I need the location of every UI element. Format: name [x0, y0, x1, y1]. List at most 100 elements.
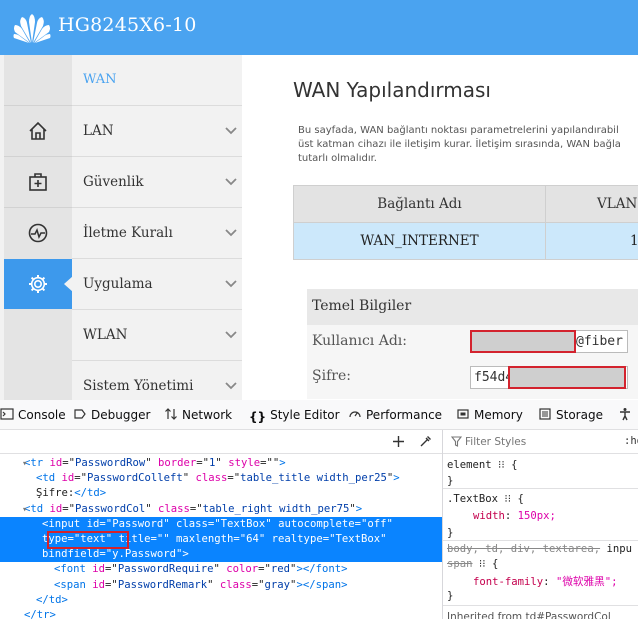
tab-performance[interactable]: Performance — [348, 400, 442, 430]
table-row[interactable]: WAN_INTERNET 1( — [293, 222, 638, 260]
markup-token: > — [355, 502, 363, 515]
markup-token: " — [207, 578, 220, 591]
markup-token: id — [61, 472, 75, 485]
markup-token: =" — [74, 472, 88, 485]
markup-line[interactable]: </tr> — [0, 608, 442, 619]
markup-token: class — [219, 578, 252, 591]
markup-line[interactable]: Şifre:</td> — [0, 486, 442, 501]
tab-style-editor[interactable]: {} Style Editor — [249, 400, 340, 430]
hover-toggle[interactable]: :ho — [624, 435, 638, 447]
description-line: Bu sayfada, WAN bağlantı noktası paramet… — [298, 125, 619, 136]
rule-selector: body, td, div, textarea, inpu — [447, 543, 632, 555]
markup-token: > — [182, 548, 189, 561]
markup-token: </td> — [74, 487, 107, 500]
add-node-icon[interactable] — [392, 435, 405, 448]
sidebar-item-wlan[interactable]: WLAN — [0, 310, 242, 360]
markup-token: =" — [196, 457, 210, 469]
markup-token: =" — [105, 563, 118, 576]
markup-line[interactable]: <font id="PasswordRequire" color="red"><… — [0, 562, 442, 577]
sidebar-item-label: WLAN — [83, 327, 128, 343]
expand-twisty-icon[interactable]: ▾ — [22, 457, 27, 472]
rule-selector-text: inpu — [600, 543, 632, 555]
markup-line[interactable]: bindfield="y.Password"> — [0, 547, 442, 563]
markup-token: style — [228, 457, 261, 469]
column-header-connection-name: Bağlantı Adı — [293, 185, 546, 223]
markup-token: id — [49, 457, 63, 469]
sidebar-item-application[interactable]: Uygulama — [0, 259, 242, 309]
markup-token: " — [380, 533, 387, 545]
chevron-down-icon — [225, 229, 237, 237]
expand-twisty-icon[interactable]: ▾ — [22, 503, 27, 518]
grid-icon: ⁝⁝ — [498, 459, 505, 471]
sidebar-item-security[interactable]: Güvenlik — [0, 157, 242, 207]
markup-line[interactable]: </td> — [0, 593, 442, 608]
markup-token: " — [145, 457, 158, 469]
table-header-row: Bağlantı Adı VLAN — [293, 185, 638, 223]
markup-token: </tr> — [24, 609, 56, 619]
rule-declaration[interactable]: width: 150px; — [473, 510, 556, 522]
markup-token: " — [215, 457, 229, 469]
markup-token: table_title width_per25 — [240, 472, 387, 485]
sidebar-subitem-wan[interactable]: WAN — [83, 72, 116, 87]
markup-line[interactable]: ▾ <td id="PasswordCol" class="table_right… — [0, 502, 442, 517]
markup-token: =" — [105, 578, 118, 591]
markup-token: =" — [227, 472, 241, 485]
gear-icon — [4, 259, 72, 309]
rules-view: :ho element ⁝⁝ { } .TextBox ⁝⁝ { width: … — [443, 430, 638, 619]
markup-line[interactable]: <span id="PasswordRemark" class="gray"><… — [0, 578, 442, 593]
rule-declaration[interactable]: font-family: "微软雅黑"; — [473, 574, 617, 589]
filter-icon — [451, 436, 462, 447]
device-model: HG8245X6-10 — [58, 14, 197, 36]
sidebar-item-label: İletme Kuralı — [83, 225, 173, 241]
tab-label: Debugger — [91, 408, 151, 422]
markup-token: =" — [189, 502, 203, 515]
grid-icon: ⁝⁝ — [478, 558, 486, 570]
column-header-vlan: VLAN — [545, 185, 638, 223]
markup-token: id — [92, 563, 106, 576]
chevron-down-icon — [225, 331, 237, 339]
devtools-panel: Console Debugger Network {} Style Editor … — [0, 400, 638, 619]
tab-network[interactable]: Network — [164, 400, 232, 430]
markup-token: id — [86, 517, 100, 530]
devtools-tab-bar: Console Debugger Network {} Style Editor … — [0, 400, 638, 430]
sidebar-item-lan[interactable]: LAN — [0, 106, 242, 156]
markup-token: > — [393, 472, 400, 485]
markup-token: bindfield — [42, 548, 100, 561]
markup-token: red — [270, 563, 291, 576]
markup-line[interactable]: <td id="PasswordColleft" class="table_ti… — [0, 471, 442, 486]
sidebar-item-label: LAN — [83, 123, 114, 139]
rule-selector: span ⁝⁝ { — [447, 558, 499, 570]
markup-token: " — [265, 517, 279, 530]
tab-label: Style Editor — [270, 408, 340, 422]
tab-memory[interactable]: Memory — [456, 400, 523, 430]
markup-token: PasswordRow — [75, 457, 146, 469]
tab-storage[interactable]: Storage — [538, 400, 603, 430]
grid-icon: ⁝⁝ — [504, 493, 512, 505]
eyedropper-icon[interactable] — [419, 435, 432, 448]
markup-token: =" — [207, 517, 221, 530]
markup-token: =" — [251, 578, 265, 591]
braces-icon: {} — [249, 410, 267, 424]
tab-debugger[interactable]: Debugger — [73, 400, 150, 430]
markup-token: class — [195, 472, 228, 485]
markup-token: " — [182, 472, 196, 485]
basic-info-title: Temel Bilgiler — [312, 298, 412, 314]
table-cell: WAN_INTERNET — [293, 222, 546, 260]
markup-line[interactable]: ▾ <tr id="PasswordRow" border="1" style="… — [0, 456, 442, 471]
markup-line[interactable]: <input id="Password" class="TextBox" aut… — [0, 516, 442, 532]
debugger-icon — [74, 409, 86, 419]
sidebar-item-forwarding-rules[interactable]: İletme Kuralı — [0, 208, 242, 258]
tab-accessibility[interactable] — [618, 400, 636, 430]
filter-styles-input[interactable] — [465, 434, 605, 450]
tab-label: Console — [18, 408, 66, 422]
markup-token: =" — [62, 457, 76, 469]
rule-selector-text: body, td, div, textarea, — [447, 543, 601, 555]
rule-close: } — [447, 475, 454, 487]
markup-token: autocomplete — [278, 517, 355, 530]
page-title: WAN Yapılandırması — [293, 78, 491, 102]
property-value: 150px; — [517, 510, 556, 522]
tab-console[interactable]: Console — [0, 400, 66, 430]
markup-token: <td — [24, 502, 50, 515]
annotation-highlight — [47, 531, 129, 549]
markup-token: <td — [36, 472, 62, 485]
